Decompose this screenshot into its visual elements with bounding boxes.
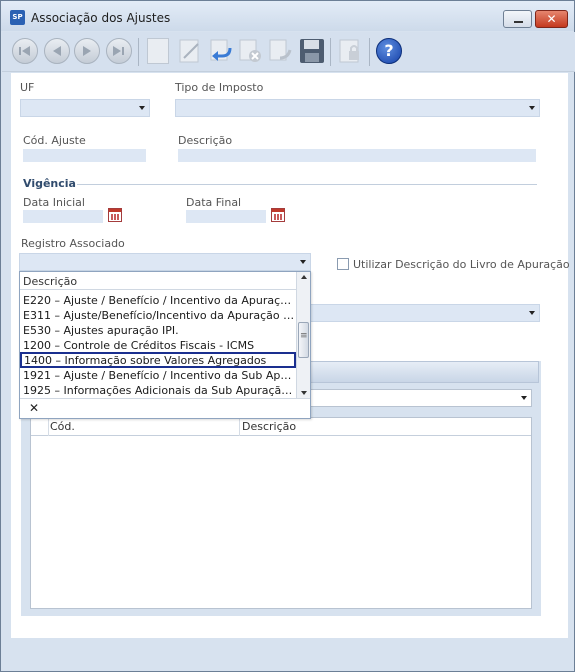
- registro-associado-dropdown: Descrição E220 – Ajuste / Benefício / In…: [19, 271, 311, 419]
- panel-filter-select[interactable]: [301, 389, 532, 407]
- data-inicial-label: Data Inicial: [23, 196, 85, 209]
- toolbar: ?: [2, 32, 575, 72]
- edit-document-icon[interactable]: [178, 38, 204, 64]
- tipo-imposto-label: Tipo de Imposto: [175, 81, 264, 94]
- calendar-icon[interactable]: [108, 208, 122, 222]
- previous-record-icon[interactable]: [44, 38, 70, 64]
- scroll-down-icon[interactable]: [301, 391, 307, 395]
- uf-label: UF: [20, 81, 35, 94]
- cod-ajuste-label: Cód. Ajuste: [23, 134, 86, 147]
- close-icon[interactable]: ✕: [29, 401, 39, 415]
- chevron-down-icon: [529, 106, 535, 110]
- dropdown-footer: ✕: [20, 398, 310, 418]
- scroll-up-icon[interactable]: [301, 275, 307, 279]
- descricao-label: Descrição: [178, 134, 233, 147]
- grid-header: Cód. Descrição: [31, 418, 531, 436]
- first-record-icon[interactable]: [12, 38, 38, 64]
- chevron-down-icon: [300, 260, 306, 264]
- cod-ajuste-field[interactable]: [23, 149, 146, 162]
- list-item[interactable]: 1925 – Informações Adicionais da Sub Apu…: [20, 383, 296, 398]
- last-record-icon[interactable]: [106, 38, 132, 64]
- dropdown-scrollbar[interactable]: [296, 272, 310, 398]
- registro-associado-label: Registro Associado: [21, 237, 125, 250]
- next-record-icon[interactable]: [74, 38, 100, 64]
- minimize-button[interactable]: [503, 10, 532, 28]
- list-item[interactable]: E311 – Ajuste/Benefício/Incentivo da Apu…: [20, 308, 296, 323]
- app-logo-icon: SP: [10, 10, 25, 25]
- list-item[interactable]: 1921 – Ajuste / Benefício / Incentivo da…: [20, 368, 296, 383]
- chevron-down-icon: [139, 106, 145, 110]
- tipo-imposto-select[interactable]: [175, 99, 540, 117]
- toolbar-separator: [330, 38, 331, 66]
- calendar-icon[interactable]: [271, 208, 285, 222]
- vigencia-title: Vigência: [23, 177, 76, 190]
- secondary-select[interactable]: [301, 304, 540, 322]
- toolbar-separator: [138, 38, 139, 66]
- column-header-codigo[interactable]: Cód.: [50, 420, 75, 433]
- window-title: Associação dos Ajustes: [31, 11, 171, 25]
- close-button[interactable]: ✕: [535, 10, 568, 28]
- list-item[interactable]: E220 – Ajuste / Benefício / Incentivo da…: [20, 293, 296, 308]
- column-separator: [48, 418, 49, 436]
- lock-icon[interactable]: [338, 38, 364, 64]
- data-inicial-field[interactable]: [23, 210, 103, 223]
- associations-grid: Cód. Descrição: [30, 417, 532, 609]
- main-window: SP Associação dos Ajustes ✕ ? UF Tipo de…: [0, 0, 575, 672]
- data-final-field[interactable]: [186, 210, 266, 223]
- column-header-descricao[interactable]: Descrição: [242, 420, 296, 433]
- list-item-selected[interactable]: 1400 – Informação sobre Valores Agregado…: [20, 352, 296, 368]
- undo-icon[interactable]: [208, 38, 234, 64]
- new-document-icon[interactable]: [147, 38, 169, 64]
- chevron-down-icon: [529, 311, 535, 315]
- confirm-icon[interactable]: [268, 38, 294, 64]
- toolbar-separator: [369, 38, 370, 66]
- title-bar: SP Associação dos Ajustes ✕: [1, 1, 574, 31]
- cancel-icon[interactable]: [238, 38, 264, 64]
- data-final-label: Data Final: [186, 196, 242, 209]
- scrollbar-thumb[interactable]: [298, 322, 309, 358]
- registro-associado-select[interactable]: [19, 253, 311, 271]
- help-icon[interactable]: ?: [376, 38, 402, 64]
- utilizar-descricao-label: Utilizar Descrição do Livro de Apuração: [353, 258, 570, 271]
- list-item[interactable]: 1200 – Controle de Créditos Fiscais - IC…: [20, 338, 296, 353]
- uf-select[interactable]: [20, 99, 150, 117]
- descricao-field[interactable]: [178, 149, 536, 162]
- chevron-down-icon: [521, 396, 527, 400]
- save-disk-icon[interactable]: [299, 38, 325, 64]
- utilizar-descricao-checkbox[interactable]: [337, 258, 349, 270]
- section-divider: [77, 184, 537, 185]
- list-item[interactable]: E530 – Ajustes apuração IPI.: [20, 323, 296, 338]
- dropdown-column-header: Descrição: [20, 272, 296, 290]
- column-separator: [239, 418, 240, 436]
